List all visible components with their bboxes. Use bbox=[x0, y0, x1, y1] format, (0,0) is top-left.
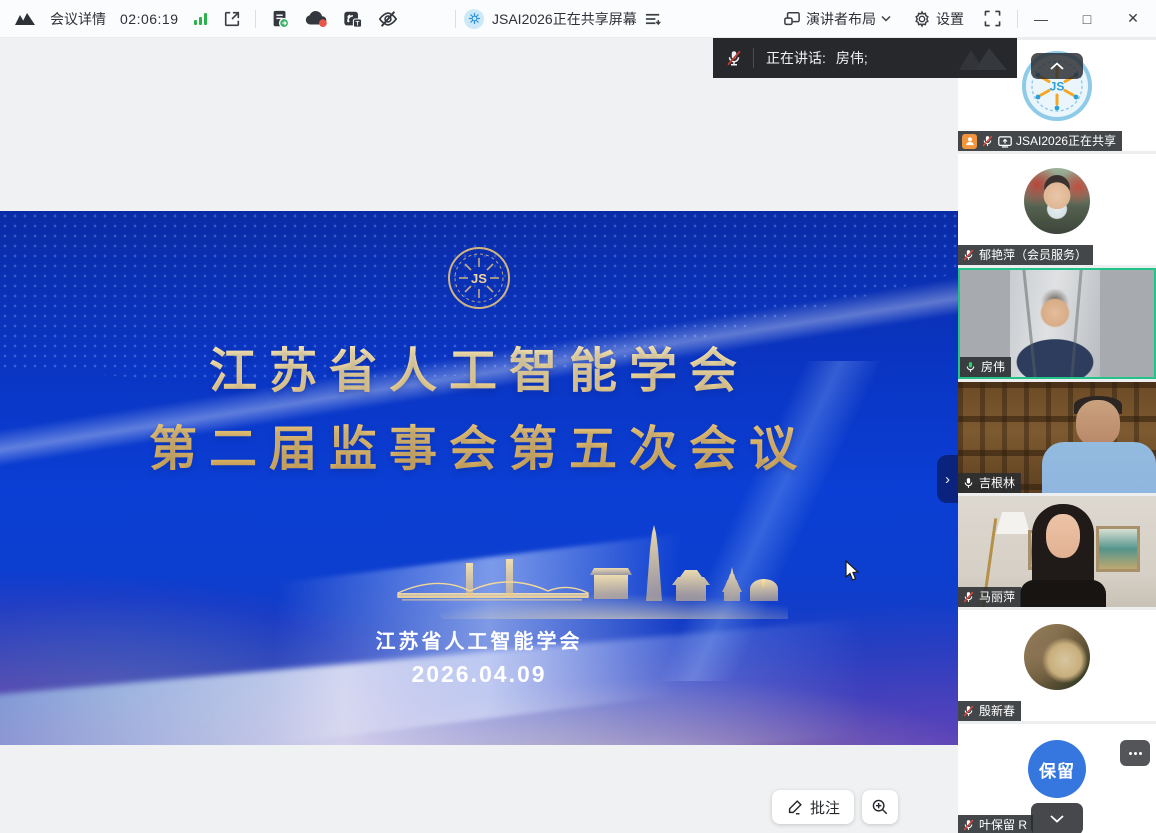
layout-label: 演讲者布局 bbox=[806, 9, 876, 29]
participant-name: 郁艳萍（会员服务） bbox=[979, 245, 1087, 265]
host-badge-icon bbox=[962, 134, 977, 149]
shared-screen-area: JS 江苏省人工智能学会 第二届监事会第五次会议 bbox=[0, 38, 958, 833]
next-page-arrow[interactable]: › bbox=[937, 455, 958, 503]
network-signal-icon[interactable] bbox=[193, 12, 209, 26]
screen-share-icon bbox=[998, 135, 1012, 148]
sharer-avatar-icon bbox=[464, 9, 484, 29]
tile-more-button[interactable] bbox=[1120, 740, 1150, 766]
participant-tile-maliping[interactable]: 马丽萍 bbox=[958, 496, 1156, 607]
slide-title-line1: 江苏省人工智能学会 bbox=[0, 333, 958, 411]
sharing-title: JSAI2026正在共享屏幕 bbox=[492, 9, 637, 29]
muted-mic-icon bbox=[962, 248, 975, 262]
layout-icon bbox=[783, 11, 801, 27]
annotate-button[interactable]: 批注 bbox=[772, 790, 854, 824]
network-translate-icon[interactable]: T bbox=[342, 9, 363, 29]
participant-tiles: JS JSAI2026正在共享 bbox=[958, 38, 1156, 833]
eye-off-icon[interactable] bbox=[377, 9, 399, 29]
muted-mic-icon bbox=[962, 590, 975, 604]
jsai-emblem-icon: JS bbox=[446, 245, 512, 311]
participant-avatar bbox=[1024, 168, 1090, 234]
slide-title: 江苏省人工智能学会 第二届监事会第五次会议 bbox=[0, 333, 958, 489]
settings-button[interactable]: 设置 bbox=[913, 9, 964, 29]
sidebar-collapse-button[interactable] bbox=[1031, 53, 1083, 79]
meeting-timer: 02:06:19 bbox=[120, 11, 179, 27]
zoom-button[interactable] bbox=[862, 790, 898, 824]
participant-name: 吉根林 bbox=[979, 473, 1015, 493]
layout-selector[interactable]: 演讲者布局 bbox=[783, 9, 891, 29]
participant-name-tag: 房伟 bbox=[960, 357, 1011, 377]
muted-mic-icon bbox=[962, 704, 975, 718]
participant-tile-yinxinchun[interactable]: 殷新春 bbox=[958, 610, 1156, 721]
participant-name: 马丽萍 bbox=[979, 587, 1015, 607]
muted-mic-icon bbox=[981, 134, 994, 148]
svg-text:T: T bbox=[355, 20, 359, 27]
close-button[interactable]: ✕ bbox=[1110, 0, 1156, 38]
mic-icon bbox=[962, 476, 975, 490]
share-list-icon[interactable] bbox=[645, 12, 662, 26]
speaking-banner: 正在讲话: 房伟; bbox=[713, 38, 1017, 78]
document-status-icon[interactable] bbox=[270, 9, 290, 29]
slide-footer-date: 2026.04.09 bbox=[0, 661, 958, 688]
pen-icon bbox=[786, 798, 804, 816]
participant-name-tag: 马丽萍 bbox=[958, 587, 1021, 607]
city-skyline-graphic bbox=[388, 523, 788, 619]
chevron-down-icon bbox=[881, 15, 891, 22]
presentation-slide: JS 江苏省人工智能学会 第二届监事会第五次会议 bbox=[0, 211, 958, 745]
share-toolbar: 批注 bbox=[772, 790, 898, 824]
speaking-name: 房伟; bbox=[836, 48, 868, 68]
meeting-details-label: 会议详情 bbox=[50, 9, 106, 29]
participant-avatar bbox=[1024, 624, 1090, 690]
gear-icon bbox=[913, 10, 931, 28]
muted-mic-icon bbox=[725, 48, 743, 68]
mouse-cursor bbox=[845, 560, 860, 582]
participant-name-tag: JSAI2026正在共享 bbox=[958, 131, 1122, 151]
participant-name-tag: 殷新春 bbox=[958, 701, 1021, 721]
chevron-down-icon bbox=[1050, 815, 1064, 823]
magnifier-plus-icon bbox=[871, 798, 889, 816]
settings-label: 设置 bbox=[936, 9, 964, 29]
participant-name: 殷新春 bbox=[979, 701, 1015, 721]
titlebar-divider bbox=[455, 10, 456, 28]
watermark-logo-icon bbox=[955, 44, 1011, 74]
participant-name-tag: 郁艳萍（会员服务） bbox=[958, 245, 1093, 265]
cloud-status-icon[interactable] bbox=[304, 9, 328, 29]
pop-out-icon[interactable] bbox=[223, 10, 241, 28]
participant-name-tag: 叶保留 R bbox=[958, 815, 1033, 833]
speaking-prefix: 正在讲话: bbox=[766, 48, 826, 68]
slide-footer: 江苏省人工智能学会 2026.04.09 bbox=[0, 625, 958, 688]
participant-tile-yuyanping[interactable]: 郁艳萍（会员服务） bbox=[958, 154, 1156, 265]
slide-footer-org: 江苏省人工智能学会 bbox=[0, 625, 958, 654]
banner-divider bbox=[753, 48, 754, 68]
annotate-label: 批注 bbox=[810, 797, 840, 818]
slide-title-line2: 第二届监事会第五次会议 bbox=[0, 411, 958, 489]
emblem-text: JS bbox=[471, 271, 487, 286]
muted-mic-icon bbox=[962, 818, 975, 832]
fullscreen-icon[interactable] bbox=[984, 10, 1001, 27]
participants-sidebar: JS JSAI2026正在共享 bbox=[958, 38, 1156, 833]
active-mic-icon bbox=[964, 360, 977, 374]
participant-tile-fangwei[interactable]: 房伟 bbox=[958, 268, 1156, 379]
participant-tile-jigenlin[interactable]: 吉根林 bbox=[958, 382, 1156, 493]
chevron-up-icon bbox=[1050, 62, 1064, 70]
participant-name: 叶保留 R bbox=[979, 815, 1027, 833]
participant-name: 房伟 bbox=[981, 357, 1005, 377]
meeting-details-button[interactable]: 会议详情 bbox=[50, 9, 106, 29]
titlebar-divider bbox=[255, 10, 256, 28]
titlebar: 会议详情 02:06:19 T JSAI2026正在共享屏幕 bbox=[0, 0, 1156, 38]
svg-text:JS: JS bbox=[1050, 80, 1065, 94]
sidebar-scroll-down-button[interactable] bbox=[1031, 803, 1083, 833]
next-arrow-glyph: › bbox=[945, 471, 950, 488]
app-logo-icon bbox=[14, 11, 36, 27]
minimize-button[interactable]: — bbox=[1018, 0, 1064, 38]
participant-avatar-initials: 保留 bbox=[1028, 740, 1086, 798]
participant-name: JSAI2026正在共享 bbox=[1016, 131, 1116, 151]
maximize-button[interactable]: □ bbox=[1064, 0, 1110, 38]
participant-name-tag: 吉根林 bbox=[958, 473, 1021, 493]
